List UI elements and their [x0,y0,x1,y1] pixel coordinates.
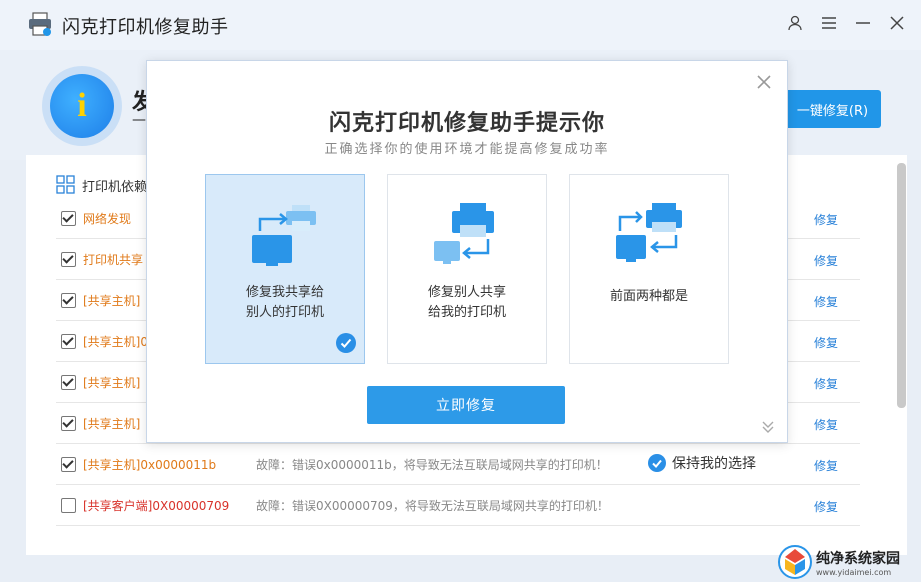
share-out-printer-icon [250,201,320,271]
keep-choice-label: 保持我的选择 [672,453,756,473]
choice-dialog: 闪克打印机修复助手提示你 正确选择你的使用环境才能提高修复成功率 修复我共享给 … [146,60,788,443]
repair-link[interactable]: 修复 [814,457,838,474]
both-directions-icon [614,201,684,271]
item-description: 故障：错误0x0000011b，将导致无法互联局域网共享的打印机！ [256,456,608,473]
dialog-close-icon[interactable] [755,73,773,91]
watermark: 纯净系统家园 www.yidaimei.com [778,544,918,580]
scrollbar[interactable] [897,163,906,408]
item-name: 网络发现 [83,210,131,227]
section-header: 打印机依赖 [56,175,147,195]
app-title: 闪克打印机修复助手 [62,13,229,39]
row-checkbox[interactable] [61,334,76,349]
item-name: [共享主机] [83,292,140,309]
repair-link[interactable]: 修复 [814,334,838,351]
repair-link[interactable]: 修复 [814,293,838,310]
double-chevron-down-icon[interactable] [761,420,775,434]
one-key-repair-button[interactable]: 一键修复(R) [784,90,881,128]
row-checkbox[interactable] [61,252,76,267]
close-icon[interactable] [886,12,908,34]
option-label: 修复我共享给 别人的打印机 [206,283,364,323]
item-name: 打印机共享 [83,251,143,268]
row-checkbox[interactable] [61,211,76,226]
option-label: 修复别人共享 给我的打印机 [388,283,546,323]
option-share-to-others[interactable]: 修复我共享给 别人的打印机 [205,174,365,364]
menu-icon[interactable] [818,12,840,34]
user-icon[interactable] [784,12,806,34]
watermark-logo [778,545,812,579]
minimize-icon[interactable] [852,12,874,34]
keep-choice[interactable]: 保持我的选择 [648,453,756,473]
repair-link[interactable]: 修复 [814,498,838,515]
item-name: [共享主机]0x0000011b [83,456,216,473]
item-name: [共享主机] [83,374,140,391]
check-circle-icon [648,454,666,472]
item-name: [共享主机] [83,415,140,432]
item-description: 故障：错误0X00000709，将导致无法互联局域网共享的打印机！ [256,497,609,514]
selected-check-icon [336,333,356,353]
repair-link[interactable]: 修复 [814,252,838,269]
watermark-url: www.yidaimei.com [816,568,900,577]
repair-link[interactable]: 修复 [814,211,838,228]
row-checkbox[interactable] [61,498,76,513]
grid-icon [56,175,76,195]
item-name: [共享客户端]0X00000709 [83,497,229,514]
option-both[interactable]: 前面两种都是 [569,174,729,364]
dialog-title: 闪克打印机修复助手提示你 [147,105,787,137]
info-icon: i [50,74,114,138]
section-title: 打印机依赖 [82,176,147,195]
printer-app-icon [27,11,53,37]
dialog-subtitle: 正确选择你的使用环境才能提高修复成功率 [147,138,787,157]
item-name: [共享主机]0 [83,333,148,350]
share-in-printer-icon [432,201,502,271]
option-label: 前面两种都是 [570,287,728,307]
row-checkbox[interactable] [61,375,76,390]
watermark-name: 纯净系统家园 [816,548,900,568]
repair-link[interactable]: 修复 [814,416,838,433]
option-shared-to-me[interactable]: 修复别人共享 给我的打印机 [387,174,547,364]
row-checkbox[interactable] [61,457,76,472]
status-subtitle: — [132,112,146,128]
row-checkbox[interactable] [61,416,76,431]
repair-link[interactable]: 修复 [814,375,838,392]
repair-now-button[interactable]: 立即修复 [367,386,565,424]
row-checkbox[interactable] [61,293,76,308]
list-item: [共享客户端]0X00000709 故障：错误0X00000709，将导致无法互… [56,485,860,526]
